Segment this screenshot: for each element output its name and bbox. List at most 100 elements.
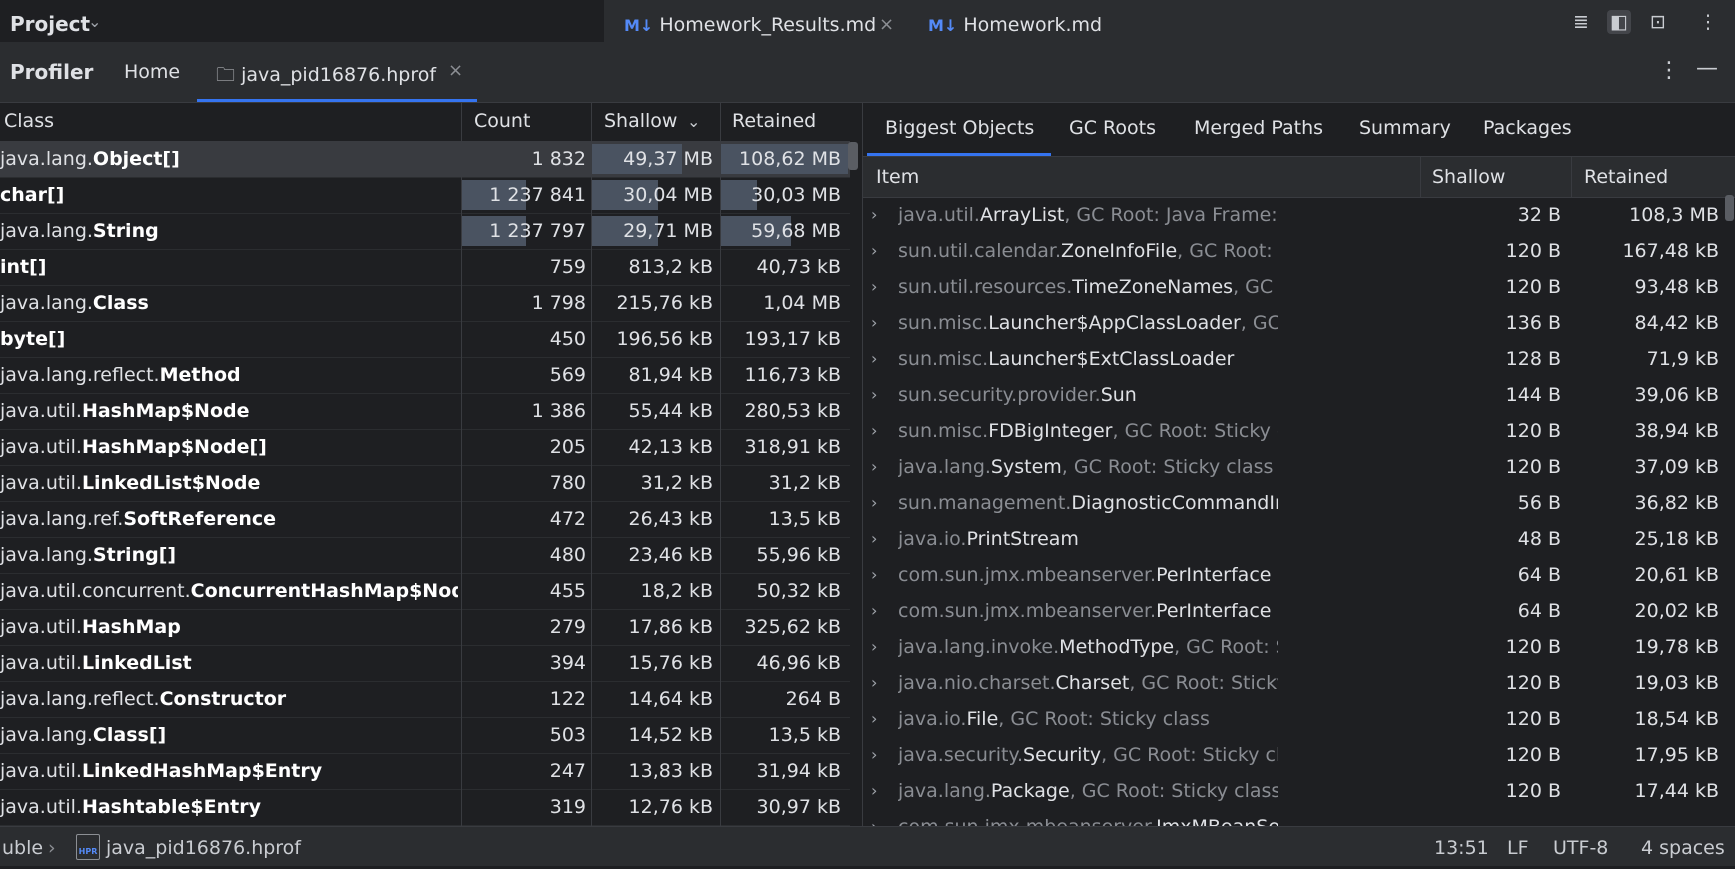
chevron-right-icon[interactable]: › bbox=[871, 341, 877, 377]
package-name: java.lang. bbox=[0, 544, 93, 566]
table-row[interactable]: java.lang.reflect.Method 569 81,94 kB 116,7… bbox=[0, 357, 850, 394]
table-row[interactable]: java.util.HashMap 279 17,86 kB 325,62 kB bbox=[0, 609, 850, 646]
file-encoding[interactable]: UTF-8 bbox=[1553, 837, 1608, 859]
table-row[interactable]: java.lang.Object[] 1 832 49,37 MB 108,62 MB bbox=[0, 141, 850, 178]
chevron-right-icon[interactable]: › bbox=[871, 377, 877, 413]
table-row[interactable]: java.lang.Class[] 503 14,52 kB 13,5 kB bbox=[0, 717, 850, 754]
object-row[interactable]: › sun.management.DiagnosticCommandImpl 56 … bbox=[863, 485, 1735, 521]
list-view-icon[interactable]: ≣ bbox=[1569, 10, 1593, 34]
preview-icon[interactable]: ⊡ bbox=[1646, 10, 1670, 34]
object-row[interactable]: › com.sun.jmx.mbeanserver.PerInterface 64 … bbox=[863, 593, 1735, 629]
chevron-right-icon[interactable]: › bbox=[871, 269, 877, 305]
class-simple-name: char[] bbox=[0, 184, 65, 206]
chevron-right-icon[interactable]: › bbox=[871, 485, 877, 521]
breadcrumb-file[interactable]: java_pid16876.hprof bbox=[106, 837, 301, 859]
table-row[interactable]: java.lang.ref.SoftReference 472 26,43 kB 13… bbox=[0, 501, 850, 538]
chevron-right-icon[interactable]: › bbox=[871, 809, 877, 826]
package-name: java.util. bbox=[0, 796, 82, 818]
header-item[interactable]: Item bbox=[876, 166, 919, 188]
object-row[interactable]: › java.util.ArrayList, GC Root: Java Fram… bbox=[863, 197, 1735, 233]
object-row[interactable]: › sun.util.calendar.ZoneInfoFile, GC Root… bbox=[863, 233, 1735, 269]
table-row[interactable]: java.util.LinkedList$Node 780 31,2 kB 31,2 … bbox=[0, 465, 850, 502]
chevron-right-icon[interactable]: › bbox=[871, 701, 877, 737]
tab-summary[interactable]: Summary bbox=[1359, 117, 1451, 139]
chevron-right-icon[interactable]: › bbox=[871, 773, 877, 809]
object-row[interactable]: › java.security.Security, GC Root: Sticky… bbox=[863, 737, 1735, 773]
object-row[interactable]: › java.lang.System, GC Root: Sticky class… bbox=[863, 449, 1735, 485]
table-row[interactable]: byte[] 450 196,56 kB 193,17 kB bbox=[0, 321, 850, 358]
table-row[interactable]: java.util.Hashtable$Entry 319 12,76 kB 30,9… bbox=[0, 789, 850, 826]
chevron-right-icon[interactable]: › bbox=[871, 233, 877, 269]
scrollbar-thumb[interactable] bbox=[848, 142, 858, 170]
chevron-right-icon[interactable]: › bbox=[871, 449, 877, 485]
chevron-right-icon[interactable]: › bbox=[871, 413, 877, 449]
object-row[interactable]: › java.lang.invoke.MethodType, GC Root: S… bbox=[863, 629, 1735, 665]
tab-hprof-file[interactable]: 🗀 java_pid16876.hprof bbox=[216, 61, 436, 93]
scrollbar-thumb[interactable] bbox=[1725, 195, 1734, 221]
object-row[interactable]: › com.sun.jmx.mbeanserver.PerInterface 64 … bbox=[863, 557, 1735, 593]
retained-value: 39,06 kB bbox=[1634, 384, 1719, 406]
shallow-value: 144 B bbox=[1505, 384, 1561, 406]
object-row[interactable]: › sun.util.resources.TimeZoneNames, GC Ro… bbox=[863, 269, 1735, 305]
table-row[interactable]: char[] 1 237 841 30,04 MB 30,03 MB bbox=[0, 177, 850, 214]
chevron-right-icon[interactable]: › bbox=[871, 521, 877, 557]
line-separator[interactable]: LF bbox=[1507, 837, 1529, 859]
table-row[interactable]: java.util.LinkedList 394 15,76 kB 46,96 kB bbox=[0, 645, 850, 682]
table-row[interactable]: java.lang.String[] 480 23,46 kB 55,96 kB bbox=[0, 537, 850, 574]
header-class[interactable]: Class bbox=[4, 103, 54, 140]
indent-setting[interactable]: 4 spaces bbox=[1641, 837, 1725, 859]
header-shallow[interactable]: Shallow bbox=[1432, 166, 1505, 188]
object-row[interactable]: › java.io.PrintStream 48 B 25,18 kB bbox=[863, 521, 1735, 557]
object-row[interactable]: › sun.security.provider.Sun 144 B 39,06 kB bbox=[863, 377, 1735, 413]
chevron-right-icon[interactable]: › bbox=[871, 593, 877, 629]
class-name: byte[] bbox=[0, 321, 458, 357]
table-row[interactable]: int[] 759 813,2 kB 40,73 kB bbox=[0, 249, 850, 286]
table-row[interactable]: java.util.HashMap$Node[] 205 42,13 kB 318,9… bbox=[0, 429, 850, 466]
package-name: sun.misc. bbox=[898, 420, 989, 442]
header-count[interactable]: Count bbox=[474, 103, 530, 140]
chevron-right-icon[interactable]: › bbox=[871, 557, 877, 593]
chevron-right-icon[interactable]: › bbox=[871, 629, 877, 665]
shallow-value: 13,83 kB bbox=[628, 760, 713, 782]
chevron-down-icon[interactable]: ⌄ bbox=[88, 12, 101, 31]
sort-chevron-down-icon[interactable]: ⌄ bbox=[687, 103, 700, 140]
object-row[interactable]: › java.lang.Package, GC Root: Sticky clas… bbox=[863, 773, 1735, 809]
project-selector[interactable]: Project bbox=[10, 12, 90, 36]
tab-biggest-objects[interactable]: Biggest Objects bbox=[885, 117, 1034, 139]
chevron-right-icon[interactable]: › bbox=[871, 737, 877, 773]
editor-tab-homework[interactable]: M↓ Homework.md bbox=[928, 14, 1102, 36]
tab-packages[interactable]: Packages bbox=[1483, 117, 1572, 139]
caret-position[interactable]: 13:51 bbox=[1434, 837, 1489, 859]
object-row[interactable]: › java.io.File, GC Root: Sticky class 120 … bbox=[863, 701, 1735, 737]
object-row[interactable]: › sun.misc.Launcher$ExtClassLoader 128 B 71… bbox=[863, 341, 1735, 377]
split-view-icon[interactable]: ◧ bbox=[1607, 10, 1631, 34]
table-row[interactable]: java.util.concurrent.ConcurrentHashMap$N… bbox=[0, 573, 850, 610]
table-row[interactable]: java.lang.Class 1 798 215,76 kB 1,04 MB bbox=[0, 285, 850, 322]
chevron-right-icon[interactable]: › bbox=[871, 665, 877, 701]
close-icon[interactable]: × bbox=[448, 60, 463, 81]
close-icon[interactable]: × bbox=[879, 14, 894, 35]
object-row[interactable]: › com.sun.jmx.mbeanserver.JmxMBeanServer bbox=[863, 809, 1735, 826]
table-row[interactable]: java.util.LinkedHashMap$Entry 247 13,83 kB… bbox=[0, 753, 850, 790]
table-row[interactable]: java.util.HashMap$Node 1 386 55,44 kB 280,5… bbox=[0, 393, 850, 430]
more-vertical-icon[interactable]: ⋮ bbox=[1658, 58, 1680, 83]
object-row[interactable]: › java.nio.charset.Charset, GC Root: Stic… bbox=[863, 665, 1735, 701]
tab-merged-paths[interactable]: Merged Paths bbox=[1194, 117, 1323, 139]
header-shallow[interactable]: Shallow bbox=[604, 103, 677, 140]
header-retained[interactable]: Retained bbox=[732, 103, 816, 140]
table-row[interactable]: java.lang.reflect.Constructor 122 14,64 kB… bbox=[0, 681, 850, 718]
minimize-icon[interactable]: — bbox=[1696, 56, 1718, 81]
retained-value: 31,94 kB bbox=[756, 760, 841, 782]
header-retained[interactable]: Retained bbox=[1584, 166, 1668, 188]
tab-gc-roots[interactable]: GC Roots bbox=[1069, 117, 1156, 139]
chevron-right-icon[interactable]: › bbox=[871, 305, 877, 341]
tab-home[interactable]: Home bbox=[124, 61, 180, 83]
table-row[interactable]: java.lang.String 1 237 797 29,71 MB 59,68 M… bbox=[0, 213, 850, 250]
chevron-right-icon[interactable]: › bbox=[871, 197, 877, 233]
more-vertical-icon[interactable]: ⋮ bbox=[1696, 10, 1720, 34]
object-row[interactable]: › sun.misc.Launcher$AppClassLoader, GC Ro… bbox=[863, 305, 1735, 341]
editor-tab-homework-results[interactable]: M↓ Homework_Results.md bbox=[624, 14, 876, 36]
class-simple-name: Security bbox=[1023, 744, 1102, 766]
breadcrumb-prefix[interactable]: uble bbox=[2, 837, 43, 859]
object-row[interactable]: › sun.misc.FDBigInteger, GC Root: Sticky … bbox=[863, 413, 1735, 449]
